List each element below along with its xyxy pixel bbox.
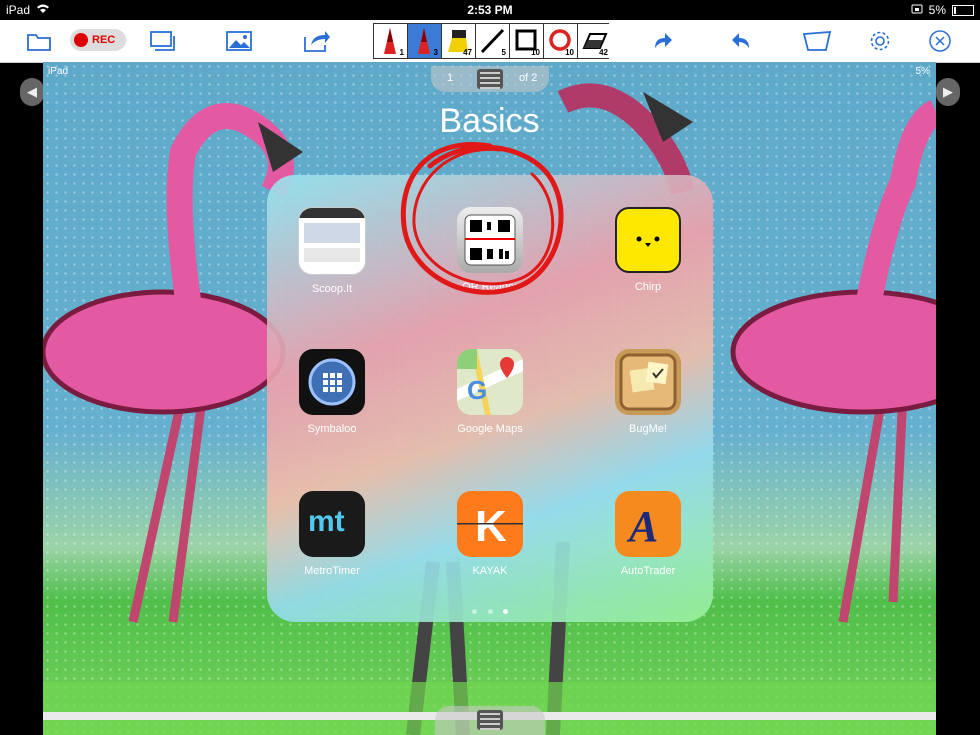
autotrader-a-icon: A <box>615 491 681 557</box>
close-button[interactable] <box>927 24 953 58</box>
page-indicator[interactable]: 1 of 2 <box>431 66 549 92</box>
record-label: REC <box>92 34 116 46</box>
page-dot <box>487 609 493 614</box>
share-button[interactable] <box>302 24 332 58</box>
symbaloo-icon <box>299 349 365 415</box>
share-icon <box>304 31 330 52</box>
app-label: AutoTrader <box>620 565 676 577</box>
app-label: Symbaloo <box>307 423 357 435</box>
rectangle-tool[interactable]: 10 <box>510 24 544 58</box>
clear-button[interactable] <box>802 24 832 58</box>
page-current: 1 <box>447 72 454 84</box>
bugme-notes-icon <box>615 349 681 415</box>
scoop-it-icon <box>298 207 366 275</box>
rotation-lock-icon <box>911 3 923 17</box>
battery-icon <box>952 4 974 16</box>
redo-icon <box>655 33 672 48</box>
battery-percent: 5% <box>928 3 946 17</box>
app-label: KAYAK <box>472 565 508 577</box>
svg-text:G: G <box>467 375 487 405</box>
folder-button[interactable] <box>24 24 54 58</box>
svg-text:K: K <box>475 502 507 551</box>
folder-icon <box>27 34 51 51</box>
chirp-bird-icon <box>615 207 681 273</box>
ipad-screen: iPad 5% 1 of 2 Basics Scoop.It QR Reader… <box>43 62 936 735</box>
menu-grip-icon <box>477 710 503 730</box>
app-google-maps[interactable]: G Google Maps <box>435 349 545 435</box>
chevron-left-icon: ◀ <box>27 84 37 99</box>
toolbar: REC 1 3 47 5 10 10 42 <box>0 20 980 63</box>
previous-page-button[interactable]: ◀ <box>20 78 44 106</box>
trapezoid-icon <box>802 31 832 51</box>
page-total: of 2 <box>519 72 538 84</box>
clock: 2:53 PM <box>467 3 513 17</box>
app-bugme[interactable]: BugMe! <box>593 349 703 435</box>
app-symbaloo[interactable]: Symbaloo <box>277 349 387 435</box>
settings-button[interactable] <box>866 24 894 58</box>
page-dot-active <box>502 609 508 614</box>
image-icon <box>226 31 252 51</box>
undo-button[interactable] <box>728 24 754 58</box>
record-button[interactable]: REC <box>70 29 126 51</box>
inner-battery: 5% <box>915 66 930 77</box>
metrotimer-icon: mt <box>299 491 365 557</box>
page-dot <box>472 609 478 614</box>
layers-icon <box>150 31 175 51</box>
app-label: Google Maps <box>457 423 523 435</box>
highlighter-tool[interactable]: 47 <box>442 24 476 58</box>
line-tool[interactable]: 5 <box>476 24 510 58</box>
chevron-right-icon: ▶ <box>943 84 953 99</box>
layers-button[interactable] <box>146 24 178 58</box>
svg-text:A: A <box>626 502 658 551</box>
menu-grip-icon <box>477 69 503 89</box>
pen-tool-2[interactable]: 3 <box>408 24 442 58</box>
app-metrotimer[interactable]: mt MetroTimer <box>277 491 387 577</box>
circle-tool[interactable]: 10 <box>544 24 578 58</box>
app-kayak[interactable]: K KAYAK <box>435 491 545 577</box>
inner-device-name: iPad <box>48 66 69 77</box>
svg-text:mt: mt <box>308 505 345 538</box>
status-bar: iPad 2:53 PM 5% <box>0 0 980 20</box>
next-page-button[interactable]: ▶ <box>936 78 960 106</box>
kayak-k-icon: K <box>457 491 523 557</box>
pen-tool-1[interactable]: 1 <box>374 24 408 58</box>
image-button[interactable] <box>224 24 254 58</box>
app-label: MetroTimer <box>304 565 360 577</box>
redo-button[interactable] <box>650 24 676 58</box>
eraser-tool[interactable]: 42 <box>578 24 611 58</box>
bottom-handle[interactable] <box>435 706 545 735</box>
annotation-circle <box>400 142 564 295</box>
app-scoop-it[interactable]: Scoop.It <box>277 207 387 295</box>
undo-icon <box>732 33 749 48</box>
record-icon <box>74 33 88 47</box>
app-autotrader[interactable]: A AutoTrader <box>593 491 703 577</box>
app-label: Scoop.It <box>311 283 353 295</box>
pen-palette: 1 3 47 5 10 10 42 <box>373 23 611 59</box>
app-chirp[interactable]: Chirp <box>593 207 703 293</box>
page-dots <box>267 601 713 619</box>
app-label: BugMe! <box>629 423 667 435</box>
close-icon <box>929 30 951 52</box>
app-label: Chirp <box>634 281 662 293</box>
gear-icon <box>870 31 890 51</box>
map-pin-icon: G <box>457 349 523 415</box>
